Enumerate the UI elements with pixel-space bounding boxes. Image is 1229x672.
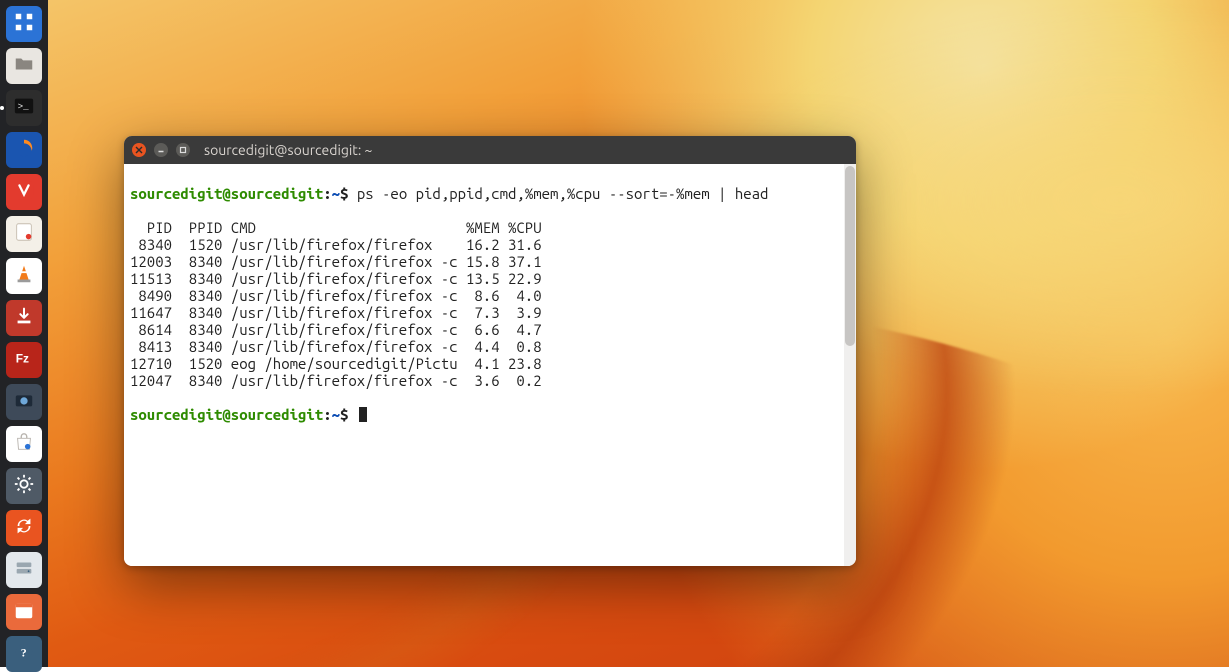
folder-icon [13,53,35,79]
maximize-icon [179,146,187,154]
minimize-icon [157,146,165,154]
refresh-icon [13,515,35,541]
download-icon [13,305,35,331]
calendar-icon [13,599,35,625]
gear-icon [13,473,35,499]
terminal-scrollbar-track[interactable] [844,164,856,566]
window-maximize-button[interactable] [176,143,190,157]
prompt-user-host: sourcedigit@sourcedigit [130,185,323,202]
ps-output-block: PID PPID CMD %MEM %CPU 8340 1520 /usr/li… [130,219,542,389]
cone-icon [13,263,35,289]
prompt-symbol: $ [340,406,348,423]
window-minimize-button[interactable] [154,143,168,157]
window-title: sourcedigit@sourcedigit: ~ [204,142,372,158]
window-titlebar[interactable]: sourcedigit@sourcedigit: ~ [124,136,856,164]
launcher-screenshot[interactable] [6,384,42,420]
launcher-disks[interactable] [6,552,42,588]
svg-text:Fz: Fz [16,352,29,366]
terminal-cursor [359,407,367,422]
launcher-show-applications[interactable] [6,6,42,42]
svg-text:>_: >_ [18,101,29,112]
launcher-dock: >_ Fz? [0,0,48,667]
window-close-button[interactable] [132,143,146,157]
prompt-path: ~ [332,406,340,423]
bag-icon [13,431,35,457]
prompt-user-host: sourcedigit@sourcedigit [130,406,323,423]
prompt-path: ~ [332,185,340,202]
terminal-icon: >_ [13,95,35,121]
terminal-output[interactable]: sourcedigit@sourcedigit:~$ ps -eo pid,pp… [124,164,856,566]
prompt-symbol: $ [340,185,348,202]
terminal-window[interactable]: sourcedigit@sourcedigit: ~ sourcedigit@s… [124,136,856,566]
note-icon [13,221,35,247]
launcher-transmission[interactable] [6,300,42,336]
close-icon [135,146,143,154]
launcher-files[interactable] [6,48,42,84]
launcher-notes[interactable] [6,216,42,252]
launcher-software-updater[interactable] [6,510,42,546]
launcher-firefox[interactable] [6,132,42,168]
launcher-vivaldi[interactable] [6,174,42,210]
fz-icon: Fz [13,347,35,373]
prompt-line: sourcedigit@sourcedigit:~$ ps -eo pid,pp… [130,185,850,202]
launcher-software-center[interactable] [6,426,42,462]
grid-icon [13,11,35,37]
command-text: ps -eo pid,ppid,cmd,%mem,%cpu --sort=-%m… [357,185,769,202]
launcher-terminal[interactable]: >_ [6,90,42,126]
vivaldi-icon [13,179,35,205]
launcher-settings[interactable] [6,468,42,504]
launcher-filezilla[interactable]: Fz [6,342,42,378]
drive-icon [13,557,35,583]
help-icon: ? [13,641,35,667]
terminal-scrollbar-thumb[interactable] [845,166,855,346]
launcher-vlc[interactable] [6,258,42,294]
svg-text:?: ? [21,646,27,660]
prompt-line: sourcedigit@sourcedigit:~$ [130,406,850,423]
firefox-icon [13,137,35,163]
launcher-calendar[interactable] [6,594,42,630]
camera-icon [13,389,35,415]
